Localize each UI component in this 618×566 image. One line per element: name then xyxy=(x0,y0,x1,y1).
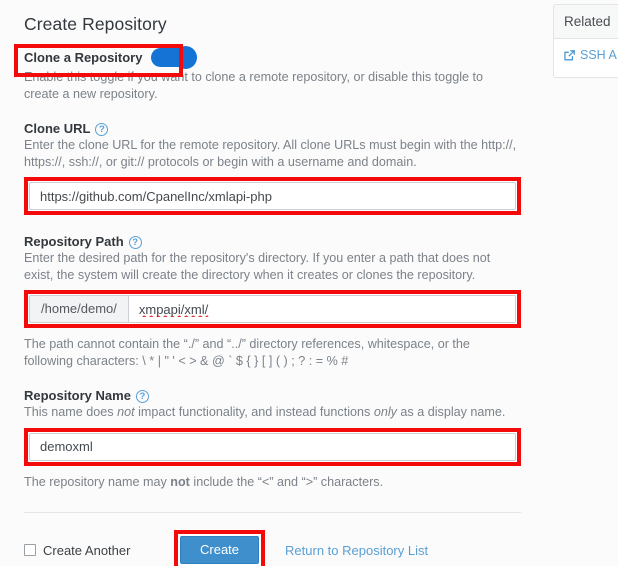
repository-path-note: The path cannot contain the “./” and “..… xyxy=(24,337,470,368)
create-button[interactable]: Create xyxy=(180,536,260,564)
create-another-checkbox-wrap[interactable]: Create Another xyxy=(24,543,174,558)
clone-url-help: Enter the clone URL for the remote repos… xyxy=(24,138,517,169)
repository-path-prefix: /home/demo/ xyxy=(29,295,128,323)
repository-name-label: Repository Name ? xyxy=(24,388,521,403)
create-another-label: Create Another xyxy=(43,542,131,558)
footer-divider xyxy=(24,512,521,513)
repository-path-label-text: Repository Path xyxy=(24,234,124,249)
clone-url-label: Clone URL ? xyxy=(24,121,521,136)
create-repository-form: Create Repository Clone a Repository Ena… xyxy=(0,0,545,566)
clone-url-annotation-box xyxy=(24,177,521,215)
clone-repository-toggle-switch[interactable] xyxy=(151,46,197,68)
related-panel-body: SSH A xyxy=(554,39,618,77)
repository-name-annotation-box xyxy=(24,427,521,466)
create-button-annotation-box: Create xyxy=(174,530,266,566)
form-footer: Create Another Create Return to Reposito… xyxy=(24,530,521,566)
clone-repository-toggle-row[interactable]: Clone a Repository xyxy=(24,46,521,68)
clone-repository-toggle-help: Enable this toggle if you want to clone … xyxy=(24,70,484,101)
repository-path-help: Enter the desired path for the repositor… xyxy=(24,251,491,282)
return-to-repository-list-link[interactable]: Return to Repository List xyxy=(285,543,428,558)
repository-path-input[interactable] xyxy=(127,295,516,323)
toggle-knob-icon xyxy=(175,46,197,68)
create-another-checkbox[interactable] xyxy=(24,544,36,556)
clone-repository-toggle-label: Clone a Repository xyxy=(24,49,143,65)
related-panel-title: Related xyxy=(554,5,618,39)
repository-name-input[interactable] xyxy=(29,432,516,461)
question-circle-icon[interactable]: ? xyxy=(135,390,149,403)
page-title: Create Repository xyxy=(24,14,167,34)
clone-url-input[interactable] xyxy=(29,182,516,210)
question-circle-icon[interactable]: ? xyxy=(128,236,142,249)
repository-path-annotation-box: /home/demo/ xyxy=(24,290,521,328)
create-repository-page: Create Repository Clone a Repository Ena… xyxy=(0,0,618,566)
ssh-access-link-label: SSH A xyxy=(580,48,617,62)
external-link-icon xyxy=(563,49,576,62)
question-circle-icon[interactable]: ? xyxy=(95,123,109,136)
repository-name-label-text: Repository Name xyxy=(24,388,131,403)
repository-name-note: The repository name may not include the … xyxy=(24,474,384,489)
related-panel: Related SSH A xyxy=(553,4,618,78)
repository-name-help: This name does not impact functionality,… xyxy=(24,405,506,419)
repository-path-label: Repository Path ? xyxy=(24,234,521,249)
clone-url-label-text: Clone URL xyxy=(24,121,91,136)
repository-path-input-group: /home/demo/ xyxy=(29,295,516,323)
ssh-access-link[interactable]: SSH A xyxy=(563,48,617,62)
